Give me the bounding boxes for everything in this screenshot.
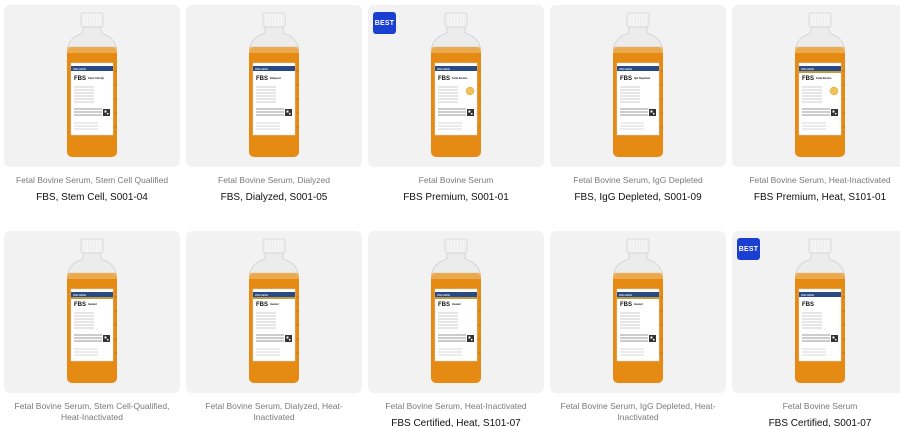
seal-icon (829, 86, 839, 96)
svg-text:FBS: FBS (802, 302, 814, 308)
product-card[interactable]: WELGENE FBS Heated Fetal Bovine Serum, Dia… (186, 231, 362, 427)
product-subtitle: Fetal Bovine Serum, Dialyzed, Heat-Inact… (205, 401, 343, 422)
bottle-image: WELGENE FBS Stem Cell Qu (67, 12, 117, 157)
bottle-neck (613, 26, 663, 48)
bottle-neck (249, 252, 299, 274)
svg-text:WELGENE: WELGENE (73, 67, 86, 71)
product-title[interactable]: FBS, Stem Cell, S001-04 (4, 192, 180, 203)
product-grid: WELGENE FBS Stem Cell Qu Fetal Bovine Seru… (0, 0, 900, 427)
bottle-neck (613, 252, 663, 274)
product-image[interactable]: WELGENE FBS Heated (186, 231, 362, 393)
product-card[interactable]: WELGENE FBS Dialyzed Fetal Bovine Serum, D… (186, 5, 362, 203)
svg-text:Heated: Heated (452, 302, 461, 306)
seal-icon (465, 86, 475, 96)
svg-text:Stem Cell Qu: Stem Cell Qu (88, 76, 105, 80)
svg-text:Heated: Heated (270, 302, 279, 306)
svg-text:WELGENE: WELGENE (255, 293, 268, 297)
svg-text:FBS: FBS (620, 302, 632, 308)
svg-text:FBS: FBS (256, 302, 268, 308)
product-image[interactable]: WELGENE FBS Stem Cell Qu (4, 5, 180, 167)
product-image[interactable]: WELGENE FBS Heated (368, 231, 544, 393)
bottle-image: WELGENE FBS Fetal Bovine (431, 12, 481, 157)
svg-text:WELGENE: WELGENE (801, 67, 814, 71)
product-subtitle: Fetal Bovine Serum, Stem Cell Qualified (15, 175, 169, 185)
product-subtitle: Fetal Bovine Serum, Heat-Inactivated (385, 401, 527, 411)
bottle-neck (795, 26, 845, 48)
svg-text:IgG Depleted: IgG Depleted (634, 76, 650, 80)
product-card[interactable]: WELGENE FBS Fetal Bovine Fetal Bovine Seru… (732, 5, 900, 203)
product-image[interactable]: WELGENE FBS IgG Depleted (550, 5, 726, 167)
svg-text:FBS: FBS (74, 302, 86, 308)
svg-text:Dialyzed: Dialyzed (270, 76, 281, 80)
svg-text:Fetal Bovine: Fetal Bovine (816, 76, 832, 80)
product-title[interactable]: FBS Certified, Heat, S101-07 (368, 418, 544, 427)
product-subtitle: Fetal Bovine Serum, Stem Cell-Qualified,… (14, 401, 170, 422)
svg-text:WELGENE: WELGENE (73, 293, 86, 297)
product-card[interactable]: BEST WELGENE FBS Fetal Bovine Serum FBS C… (732, 231, 900, 427)
svg-text:WELGENE: WELGENE (619, 293, 632, 297)
bottle-neck (67, 252, 117, 274)
bottle-image: WELGENE FBS Fetal Bovine (795, 12, 845, 157)
bottle-neck (431, 26, 481, 48)
product-subtitle: Fetal Bovine Serum (782, 401, 858, 411)
svg-text:FBS: FBS (256, 76, 268, 82)
svg-text:WELGENE: WELGENE (437, 67, 450, 71)
product-card[interactable]: WELGENE FBS Stem Cell Qu Fetal Bovine Seru… (4, 5, 180, 203)
product-card[interactable]: BEST WELGENE FBS Fetal Bovine Fetal Bovine… (368, 5, 544, 203)
product-title[interactable]: FBS, Dialyzed, S001-05 (186, 192, 362, 203)
bottle-image: WELGENE FBS Heated (249, 238, 299, 383)
product-title[interactable]: FBS, IgG Depleted, S001-09 (550, 192, 726, 203)
product-image[interactable]: WELGENE FBS Heated (4, 231, 180, 393)
bottle-image: WELGENE FBS IgG Depleted (613, 12, 663, 157)
bottle-neck (431, 252, 481, 274)
bottle-neck (67, 26, 117, 48)
svg-text:WELGENE: WELGENE (801, 293, 814, 297)
product-image[interactable]: BEST WELGENE FBS Fetal Bovine (368, 5, 544, 167)
bottle-image: WELGENE FBS Dialyzed (249, 12, 299, 157)
product-image[interactable]: WELGENE FBS Fetal Bovine (732, 5, 900, 167)
product-subtitle: Fetal Bovine Serum, IgG Depleted (573, 175, 703, 185)
product-subtitle: Fetal Bovine Serum, Dialyzed (218, 175, 330, 185)
product-card[interactable]: WELGENE FBS Heated Fetal Bovine Serum, Hea… (368, 231, 544, 427)
product-title[interactable]: FBS Premium, Heat, S101-01 (732, 192, 900, 203)
product-card[interactable]: WELGENE FBS IgG Depleted Fetal Bovine Seru… (550, 5, 726, 203)
svg-text:WELGENE: WELGENE (437, 293, 450, 297)
svg-text:WELGENE: WELGENE (255, 67, 268, 71)
svg-text:Heated: Heated (88, 302, 97, 306)
product-card[interactable]: WELGENE FBS Heated Fetal Bovine Serum, IgG… (550, 231, 726, 427)
product-subtitle: Fetal Bovine Serum, IgG Depleted, Heat-I… (560, 401, 716, 422)
product-subtitle: Fetal Bovine Serum, Heat-Inactivated (749, 175, 891, 185)
svg-text:FBS: FBS (438, 76, 450, 82)
bottle-image: WELGENE FBS (795, 238, 845, 383)
svg-text:FBS: FBS (620, 76, 632, 82)
product-title[interactable]: FBS Certified, S001-07 (732, 418, 900, 427)
svg-text:FBS: FBS (438, 302, 450, 308)
product-card[interactable]: WELGENE FBS Heated Fetal Bovine Serum, Ste… (4, 231, 180, 427)
bottle-image: WELGENE FBS Heated (613, 238, 663, 383)
best-badge: BEST (737, 238, 760, 260)
product-title[interactable]: FBS Premium, S001-01 (368, 192, 544, 203)
bottle-neck (795, 252, 845, 274)
product-image[interactable]: WELGENE FBS Dialyzed (186, 5, 362, 167)
product-image[interactable]: BEST WELGENE FBS (732, 231, 900, 393)
best-badge: BEST (373, 12, 396, 34)
svg-text:FBS: FBS (802, 76, 814, 82)
product-subtitle: Fetal Bovine Serum (418, 175, 494, 185)
product-image[interactable]: WELGENE FBS Heated (550, 231, 726, 393)
bottle-image: WELGENE FBS Heated (431, 238, 481, 383)
svg-text:Fetal Bovine: Fetal Bovine (452, 76, 468, 80)
svg-text:Heated: Heated (634, 302, 643, 306)
svg-text:WELGENE: WELGENE (619, 67, 632, 71)
svg-text:FBS: FBS (74, 76, 86, 82)
bottle-neck (249, 26, 299, 48)
bottle-image: WELGENE FBS Heated (67, 238, 117, 383)
